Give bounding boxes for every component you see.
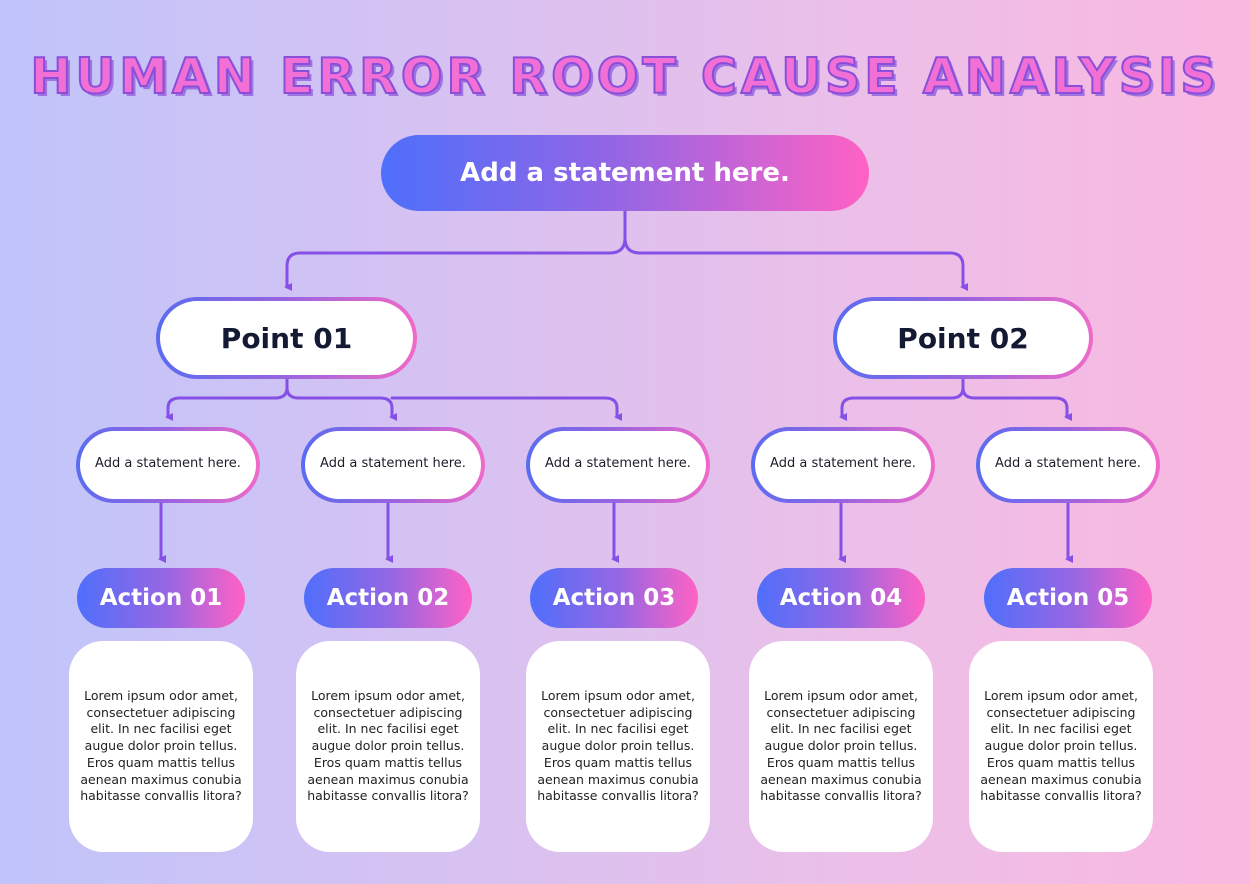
statement-text: Add a statement here.: [770, 455, 916, 471]
statement-box-2[interactable]: Add a statement here.: [301, 427, 485, 503]
action-label: Action 02: [326, 585, 450, 611]
connector-point-02-stmt-5: [961, 386, 1072, 421]
connector-point-01-stmt-3: [390, 396, 622, 421]
statement-text: Add a statement here.: [545, 455, 691, 471]
description-text: Lorem ipsum odor amet, consectetuer adip…: [980, 687, 1142, 804]
description-text: Lorem ipsum odor amet, consectetuer adip…: [80, 687, 242, 804]
root-statement-text: Add a statement here.: [460, 158, 790, 188]
root-statement-box[interactable]: Add a statement here.: [381, 135, 869, 211]
point-01-label: Point 01: [220, 321, 353, 355]
action-05-description[interactable]: Lorem ipsum odor amet, consectetuer adip…: [969, 641, 1153, 852]
statement-box-5[interactable]: Add a statement here.: [976, 427, 1160, 503]
action-03-description[interactable]: Lorem ipsum odor amet, consectetuer adip…: [526, 641, 710, 852]
action-02-pill[interactable]: Action 02: [304, 568, 472, 628]
statement-text: Add a statement here.: [95, 455, 241, 471]
action-01-pill[interactable]: Action 01: [77, 568, 245, 628]
connector-point-01-stmt-1: [165, 377, 289, 421]
description-text: Lorem ipsum odor amet, consectetuer adip…: [307, 687, 469, 804]
statement-text: Add a statement here.: [320, 455, 466, 471]
connector-point-02-stmt-4: [839, 377, 965, 421]
point-02-label: Point 02: [897, 321, 1029, 355]
connector-point-01-stmt-2: [285, 386, 397, 421]
action-05-pill[interactable]: Action 05: [984, 568, 1152, 628]
statement-box-1[interactable]: Add a statement here.: [76, 427, 260, 503]
action-04-pill[interactable]: Action 04: [757, 568, 925, 628]
action-04-description[interactable]: Lorem ipsum odor amet, consectetuer adip…: [749, 641, 933, 852]
connector-root-split: [284, 209, 627, 291]
action-01-description[interactable]: Lorem ipsum odor amet, consectetuer adip…: [69, 641, 253, 852]
action-03-pill[interactable]: Action 03: [530, 568, 698, 628]
action-label: Action 05: [1006, 585, 1130, 611]
statement-box-4[interactable]: Add a statement here.: [751, 427, 935, 503]
connector-root-point-02: [623, 236, 968, 291]
statement-text: Add a statement here.: [995, 455, 1141, 471]
point-01-box[interactable]: Point 01: [156, 297, 417, 379]
action-label: Action 04: [779, 585, 903, 611]
action-label: Action 01: [99, 585, 223, 611]
action-label: Action 03: [552, 585, 676, 611]
point-02-box[interactable]: Point 02: [833, 297, 1093, 379]
statement-box-3[interactable]: Add a statement here.: [526, 427, 710, 503]
description-text: Lorem ipsum odor amet, consectetuer adip…: [760, 687, 922, 804]
action-02-description[interactable]: Lorem ipsum odor amet, consectetuer adip…: [296, 641, 480, 852]
description-text: Lorem ipsum odor amet, consectetuer adip…: [537, 687, 699, 804]
